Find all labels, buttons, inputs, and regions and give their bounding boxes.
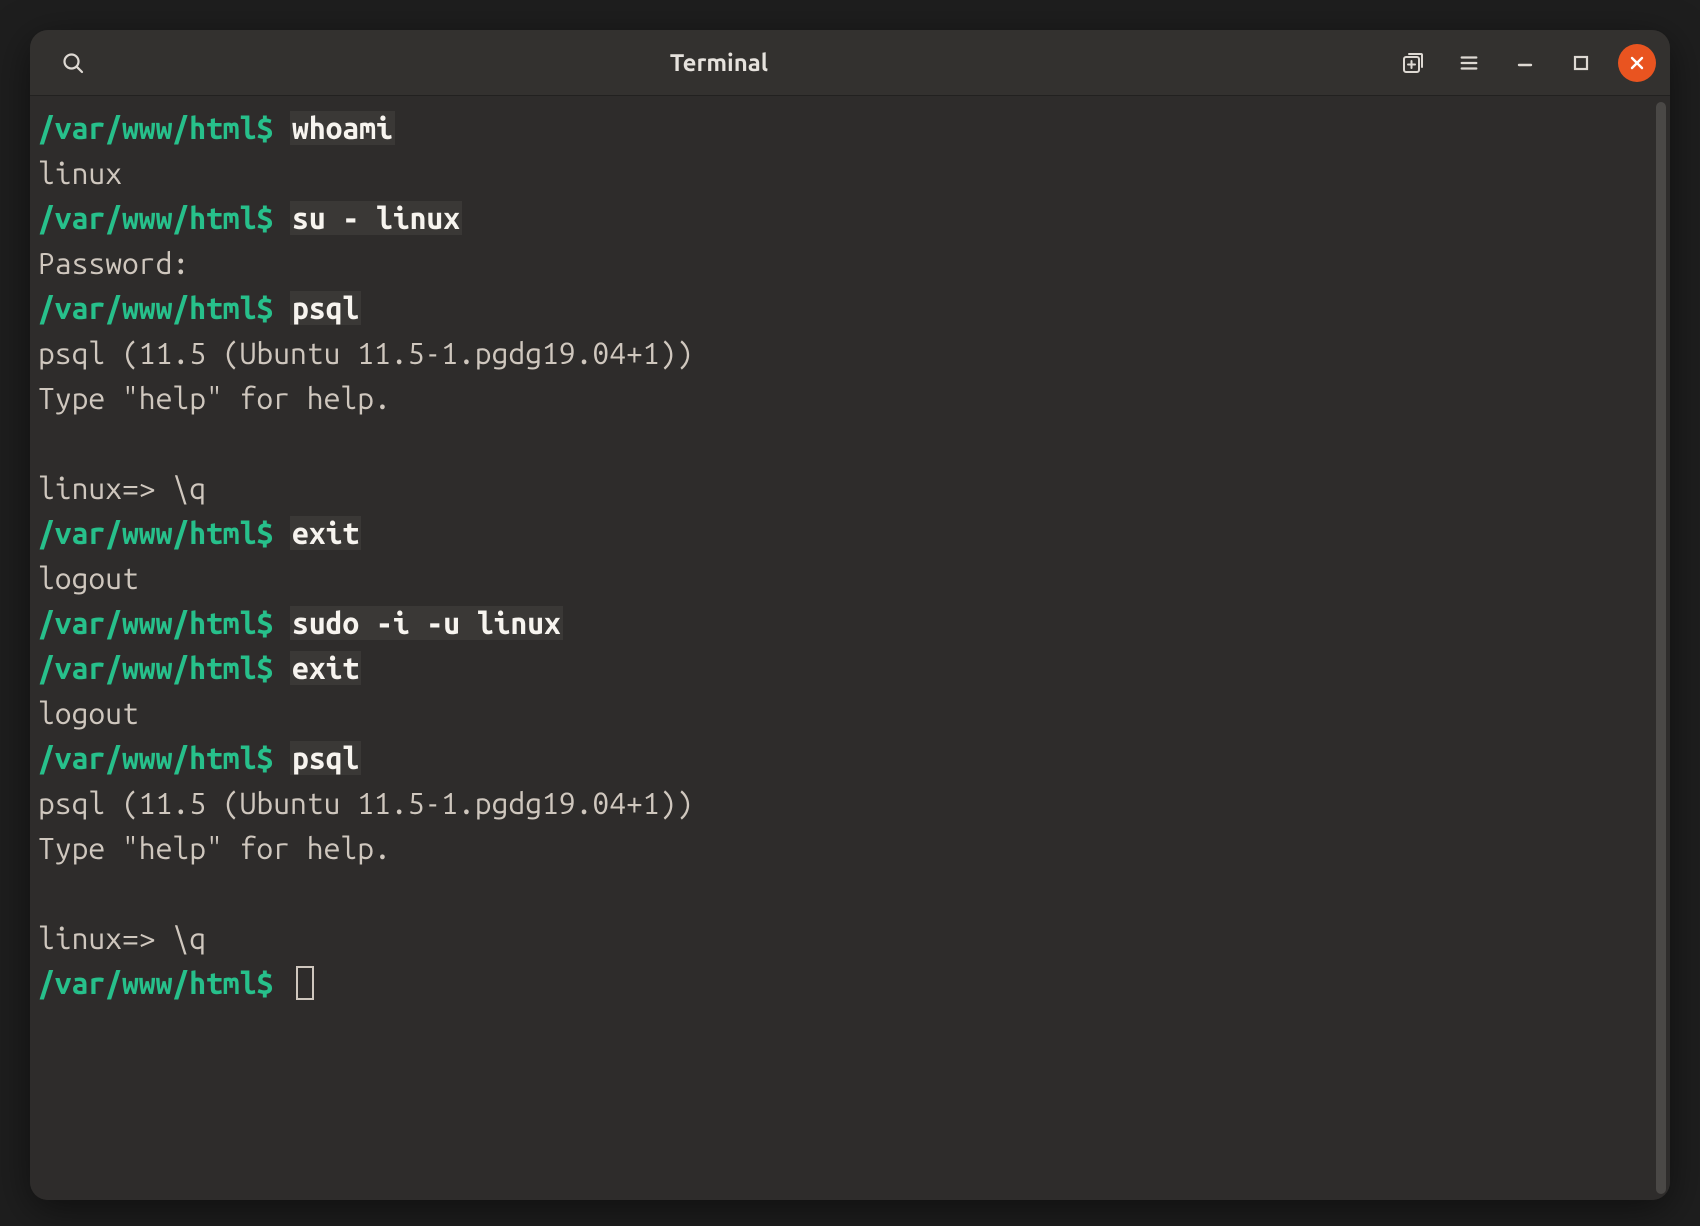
menu-icon[interactable]: [1450, 44, 1488, 82]
scrollbar[interactable]: [1654, 96, 1670, 1200]
output-line: psql (11.5 (Ubuntu 11.5-1.pgdg19.04+1)): [38, 331, 1654, 376]
close-button[interactable]: [1618, 44, 1656, 82]
output-line: linux: [38, 151, 1654, 196]
blank-line: [38, 871, 1654, 916]
cursor: [296, 966, 314, 1000]
output-line: Type "help" for help.: [38, 376, 1654, 421]
shell-line: /var/www/html$ sudo -i -u linux: [38, 601, 1654, 646]
psql-line: linux=> \q: [38, 916, 1654, 961]
blank-line: [38, 421, 1654, 466]
psql-line: linux=> \q: [38, 466, 1654, 511]
terminal-output[interactable]: /var/www/html$ whoamilinux/var/www/html$…: [30, 96, 1654, 1200]
shell-line: /var/www/html$ exit: [38, 511, 1654, 556]
titlebar: Terminal: [30, 30, 1670, 96]
output-line: Password:: [38, 241, 1654, 286]
output-line: logout: [38, 691, 1654, 736]
output-line: logout: [38, 556, 1654, 601]
terminal-body[interactable]: /var/www/html$ whoamilinux/var/www/html$…: [30, 96, 1670, 1200]
minimize-button[interactable]: [1506, 44, 1544, 82]
search-icon[interactable]: [54, 44, 92, 82]
new-tab-icon[interactable]: [1394, 44, 1432, 82]
window-title: Terminal: [670, 49, 768, 76]
shell-line: /var/www/html$ whoami: [38, 106, 1654, 151]
maximize-button[interactable]: [1562, 44, 1600, 82]
scrollbar-thumb[interactable]: [1656, 102, 1666, 1194]
output-line: psql (11.5 (Ubuntu 11.5-1.pgdg19.04+1)): [38, 781, 1654, 826]
terminal-window: Terminal: [30, 30, 1670, 1200]
shell-line: /var/www/html$ psql: [38, 736, 1654, 781]
output-line: Type "help" for help.: [38, 826, 1654, 871]
shell-line: /var/www/html$ su - linux: [38, 196, 1654, 241]
shell-line: /var/www/html$ psql: [38, 286, 1654, 331]
shell-line: /var/www/html$: [38, 961, 1654, 1006]
shell-line: /var/www/html$ exit: [38, 646, 1654, 691]
